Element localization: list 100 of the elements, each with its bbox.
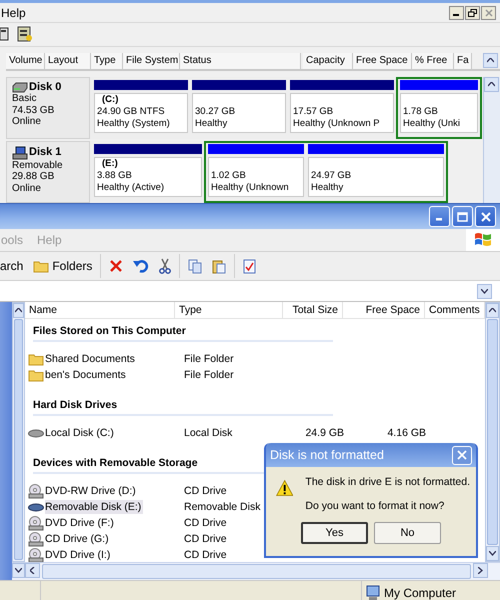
partition-box[interactable]: 1.02 GB Healthy (Unknown xyxy=(208,156,304,197)
column-header[interactable]: Fa xyxy=(454,52,472,69)
item-type: Local Disk xyxy=(183,427,234,439)
close-icon xyxy=(484,8,492,16)
disk-properties-icon[interactable] xyxy=(17,26,33,42)
disk-status: Online xyxy=(12,182,42,194)
cd-drive-icon xyxy=(28,484,44,498)
column-header[interactable]: Status xyxy=(180,52,301,69)
folders-button[interactable]: Folders xyxy=(28,254,98,278)
column-header[interactable]: Free Space xyxy=(343,302,425,318)
restore-button[interactable] xyxy=(465,6,480,20)
paste-icon xyxy=(212,258,226,274)
dialog-message: Do you want to format it now? xyxy=(305,500,446,512)
group-heading: Hard Disk Drives xyxy=(33,399,333,416)
item-name[interactable]: Removable Disk (E:) xyxy=(45,500,144,514)
partition-box[interactable]: 1.78 GB Healthy (Unki xyxy=(400,92,478,133)
menu-item[interactable]: Help xyxy=(1,6,32,20)
cd-drive-icon xyxy=(28,516,44,530)
column-header[interactable]: Type xyxy=(175,302,283,318)
item-type: CD Drive xyxy=(183,485,228,497)
partition-box[interactable]: 17.57 GB Healthy (Unknown P xyxy=(290,92,394,133)
address-field[interactable] xyxy=(0,281,500,302)
properties-icon xyxy=(243,258,256,274)
status-location: My Computer xyxy=(362,584,456,600)
maximize-button[interactable] xyxy=(452,206,473,227)
item-type: Removable Disk xyxy=(183,501,262,513)
scroll-button[interactable] xyxy=(13,303,24,318)
close-icon xyxy=(480,212,490,222)
column-header[interactable]: File System xyxy=(123,52,180,69)
maximize-icon xyxy=(457,212,468,222)
copy-icon xyxy=(188,258,202,274)
column-header[interactable]: % Free xyxy=(412,52,454,69)
item-type: CD Drive xyxy=(183,533,228,545)
column-header[interactable]: Volume xyxy=(6,52,45,69)
free-space: 4.16 GB xyxy=(386,427,427,439)
restore-icon xyxy=(468,8,477,16)
search-button[interactable]: arch xyxy=(0,254,28,278)
windows-logo-icon xyxy=(466,229,500,251)
disk-type: Basic xyxy=(12,93,38,105)
disk-name: Disk 0 xyxy=(12,82,84,94)
group-heading: Files Stored on This Computer xyxy=(33,325,333,342)
partition-box[interactable]: (E:) 3.88 GB Healthy (Active) xyxy=(94,156,202,197)
dropdown-button[interactable] xyxy=(477,284,492,298)
scroll-button[interactable] xyxy=(486,546,499,561)
horizontal-scrollbar[interactable] xyxy=(12,562,500,580)
vertical-scrollbar[interactable] xyxy=(483,76,500,203)
scroll-thumb[interactable] xyxy=(42,564,471,579)
item-name[interactable]: ben's Documents xyxy=(45,368,128,382)
dialog-message: The disk in drive E is not formatted. xyxy=(305,476,470,488)
undo-icon xyxy=(133,259,150,273)
scroll-button[interactable] xyxy=(473,563,488,578)
total-size: 24.9 GB xyxy=(304,427,345,439)
column-header[interactable]: Layout xyxy=(45,52,91,69)
hard-disk-icon xyxy=(28,428,44,438)
column-header[interactable]: Name xyxy=(25,302,175,318)
folder-icon xyxy=(33,260,50,272)
disk-name: Disk 1 xyxy=(12,146,84,160)
partition-box[interactable]: (C:) 24.90 GB NTFS Healthy (System) xyxy=(94,92,188,133)
scroll-button[interactable] xyxy=(483,52,498,68)
removable-drive-icon xyxy=(28,502,44,512)
item-name[interactable]: Local Disk (C:) xyxy=(45,426,116,440)
partition-box[interactable]: 24.97 GB Healthy xyxy=(308,156,444,197)
folder-icon xyxy=(28,352,44,366)
scroll-button[interactable] xyxy=(486,303,499,318)
item-type: CD Drive xyxy=(183,517,228,529)
scroll-thumb[interactable] xyxy=(14,319,23,560)
removable-drive-icon xyxy=(12,146,28,160)
computer-icon xyxy=(366,584,380,600)
dialog-button[interactable]: Yes xyxy=(301,522,368,544)
vertical-scrollbar[interactable] xyxy=(12,302,25,562)
cd-drive-icon xyxy=(28,532,44,546)
vertical-scrollbar[interactable] xyxy=(485,302,500,562)
item-type: CD Drive xyxy=(183,549,228,561)
folder-icon xyxy=(28,368,44,382)
scroll-button[interactable] xyxy=(12,563,25,578)
scissors-icon xyxy=(159,258,172,274)
column-header[interactable]: Free Space xyxy=(353,52,412,69)
scroll-button[interactable] xyxy=(25,563,40,578)
minimize-button[interactable] xyxy=(449,6,464,20)
column-header[interactable]: Total Size xyxy=(283,302,343,318)
scroll-button[interactable] xyxy=(484,76,499,92)
column-header[interactable]: Capacity xyxy=(303,52,353,69)
disk-type: Removable xyxy=(12,160,64,172)
item-name[interactable]: DVD Drive (F:) xyxy=(45,516,116,530)
toolbar-icon[interactable] xyxy=(0,27,9,42)
disk-size: 29.88 GB xyxy=(12,171,56,183)
column-header[interactable]: Type xyxy=(91,52,123,69)
item-name[interactable]: DVD Drive (I:) xyxy=(45,548,112,562)
close-icon xyxy=(457,450,467,460)
item-type: File Folder xyxy=(183,353,235,365)
partition-box[interactable]: 30.27 GB Healthy xyxy=(192,92,286,133)
item-type: File Folder xyxy=(183,369,235,381)
scroll-thumb[interactable] xyxy=(487,319,498,545)
delete-icon xyxy=(109,259,124,273)
item-name[interactable]: Shared Documents xyxy=(45,352,137,366)
item-name[interactable]: CD Drive (G:) xyxy=(45,532,111,546)
disk-status: Online xyxy=(12,116,42,128)
disk-size: 74.53 GB xyxy=(12,104,56,116)
item-name[interactable]: DVD-RW Drive (D:) xyxy=(45,484,138,498)
dialog-button[interactable]: No xyxy=(374,522,441,544)
